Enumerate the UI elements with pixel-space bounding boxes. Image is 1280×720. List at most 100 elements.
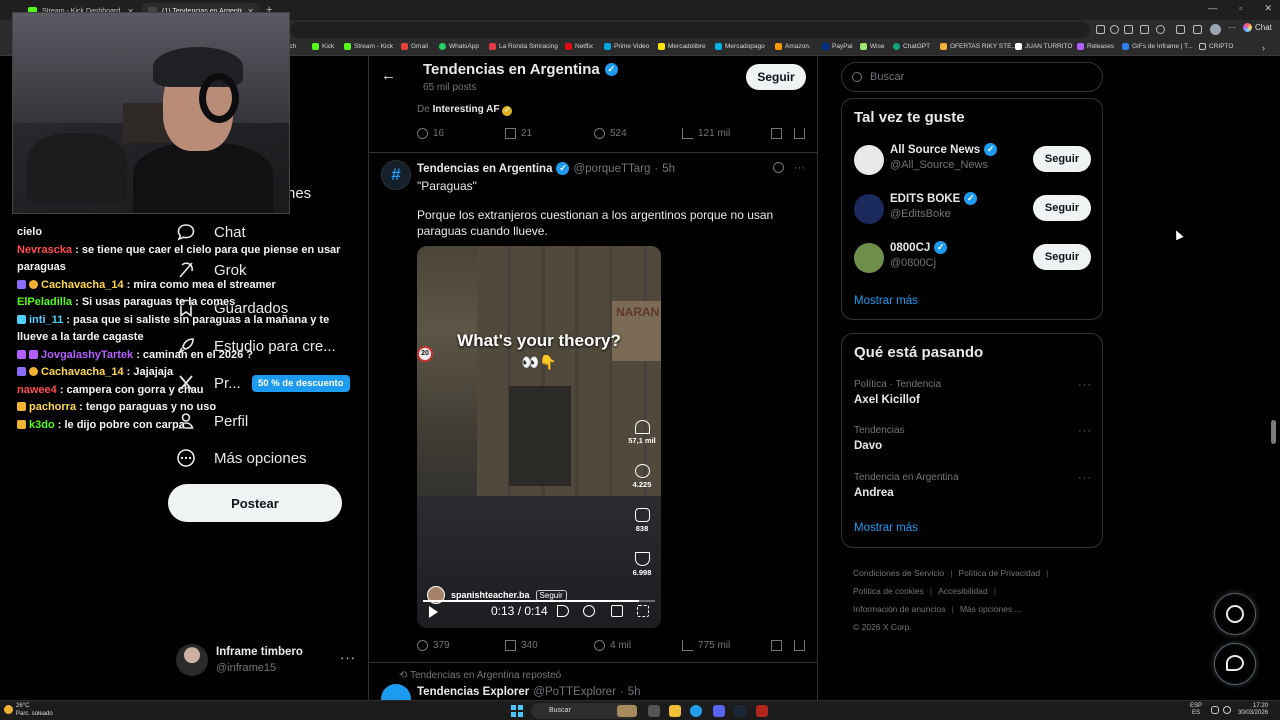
footer-link[interactable]: Política de Privacidad [958,568,1040,578]
weather-widget[interactable]: 26°C Parc. soleado [4,703,53,718]
trend-item[interactable]: Política · Tendencia Axel Kicillof ··· [854,379,1094,413]
trend-item[interactable]: Tendencias Davo ··· [854,425,1094,459]
bookmark-item[interactable]: Wise [860,43,884,50]
tweet-avatar[interactable]: # [381,160,411,190]
copilot-chat-button[interactable]: Chat [1243,23,1272,32]
bookmark-item[interactable]: WhatsApp [439,43,479,50]
bookmark-item[interactable]: La Ronda Simracing [489,43,558,50]
read-aloud-icon[interactable] [1124,25,1133,34]
bookmark-item[interactable]: OFERTAS RIKY STE... [940,43,1017,50]
volume-icon[interactable] [557,605,569,617]
footer-link[interactable]: Condiciones de Servicio [853,568,944,578]
grok-fab-button[interactable] [1214,593,1256,635]
bookmark-item[interactable]: CRIPTO [1199,43,1233,50]
bookmark-item[interactable]: Amazon. [775,43,811,50]
trend-item[interactable]: Tendencia en Argentina Andrea ··· [854,472,1094,506]
more-dots-icon[interactable]: ··· [794,162,805,174]
more-dots-icon[interactable]: ··· [1078,379,1092,391]
reply-button[interactable]: 379 [417,640,450,651]
bookmark-item[interactable]: Releases [1077,43,1114,50]
install-icon[interactable] [1096,25,1105,34]
more-bookmarks-icon[interactable]: › [1262,43,1265,53]
bookmark-item[interactable]: Netflix [565,43,593,50]
network-icon[interactable] [1211,706,1219,714]
profile-avatar-icon[interactable] [1210,24,1221,35]
tweet-author[interactable]: Tendencias Explorer [417,686,529,698]
nav-item-mas-opciones[interactable]: Más opciones [176,448,307,468]
extensions-icon[interactable] [1176,25,1185,34]
bookmark-item[interactable]: Kick [312,43,334,50]
grok-icon[interactable] [773,162,784,173]
suggestion-item[interactable]: 0800CJ ✓ @0800Cj Seguir [854,241,1094,275]
windows-start-icon[interactable] [511,705,523,717]
back-arrow-icon[interactable]: ← [381,67,396,84]
settings-gear-icon[interactable] [583,605,595,617]
suggestion-item[interactable]: All Source News ✓ @All_Source_News Seguir [854,143,1094,177]
bookmark-item[interactable]: Stream - Kick [344,43,393,50]
post-button[interactable]: Postear [168,484,342,522]
bookmark-button[interactable] [771,128,782,139]
share-button[interactable] [794,640,805,651]
like-button[interactable]: 524 [594,128,627,139]
bookmark-item[interactable]: Prime Video [604,43,649,50]
source-name[interactable]: Interesting AF [433,104,500,115]
refresh-icon[interactable] [1156,25,1165,34]
share-button[interactable] [794,128,805,139]
file-explorer-icon[interactable] [669,705,681,717]
bookmark-item[interactable]: JUAN TURRITO [1015,43,1072,50]
volume-icon[interactable] [1223,706,1231,714]
account-switcher[interactable]: Inframe timbero @inframe15 ··· [176,644,356,678]
bookmark-item[interactable]: GIFs de Inframe | T... [1122,43,1193,50]
search-input[interactable]: Buscar [841,62,1103,92]
repost-button[interactable]: 340 [505,640,538,651]
bookmark-item[interactable]: Mercadopago [715,43,765,50]
messages-fab-button[interactable] [1214,643,1256,685]
clock[interactable]: 17:20 30/03/2026 [1238,703,1268,717]
follow-button[interactable]: Seguir [1033,195,1091,221]
tweet-handle[interactable]: @porqueTTarg [573,163,650,175]
page-scrollbar[interactable] [1271,420,1276,444]
views-button[interactable]: 775 mil [682,640,730,651]
fullscreen-icon[interactable] [637,605,649,617]
close-window-icon[interactable]: ✕ [1264,3,1272,14]
like-button[interactable]: 4 mil [594,640,631,651]
play-icon[interactable] [429,606,438,618]
reply-button[interactable]: 16 [417,128,444,139]
zoom-icon[interactable] [1110,25,1119,34]
tweet-author[interactable]: Tendencias en Argentina [417,163,552,175]
menu-dots-icon[interactable]: ⋯ [1228,23,1237,32]
bookmark-item[interactable]: ChatGPT [893,43,930,50]
bookmark-item[interactable]: PayPal [822,43,853,50]
tweet-avatar[interactable] [381,684,411,700]
repost-button[interactable]: 21 [505,128,532,139]
task-view-icon[interactable] [648,705,660,717]
maximize-icon[interactable]: ▫ [1239,3,1242,14]
more-dots-icon[interactable]: ··· [1078,425,1092,437]
show-more-link[interactable]: Mostrar más [854,522,918,534]
views-button[interactable]: 121 mil [682,128,730,139]
url-field[interactable] [290,22,1090,38]
footer-link[interactable]: Accesibilidad [938,586,988,596]
follow-button[interactable]: Seguir [1033,244,1091,270]
video-player[interactable]: NARAN 20 What's your theory? 👀👇 57,1 mil… [417,246,661,628]
footer-link[interactable]: Más opciones ... [960,604,1022,614]
video-progress-bar[interactable] [423,600,655,602]
picture-in-picture-icon[interactable] [611,605,623,617]
more-dots-icon[interactable]: ··· [340,650,356,665]
tweet-handle[interactable]: @PoTTExplorer [533,686,616,698]
bookmark-item[interactable]: Gmail [401,43,428,50]
suggestion-item[interactable]: EDITS BOKE ✓ @EditsBoke Seguir [854,192,1094,226]
footer-link[interactable]: Política de cookies [853,586,924,596]
discord-icon[interactable] [713,705,725,717]
tweet-time[interactable]: 5h [628,686,641,698]
more-dots-icon[interactable]: ··· [1078,472,1092,484]
reposted-by-text[interactable]: Tendencias en Argentina reposteó [410,670,561,681]
minimize-icon[interactable]: — [1208,3,1217,14]
bookmark-item[interactable]: Mercadolibre [658,43,706,50]
tweet-time[interactable]: 5h [662,163,675,175]
favorite-star-icon[interactable] [1140,25,1149,34]
show-more-link[interactable]: Mostrar más [854,295,918,307]
language-indicator[interactable]: ESP ES [1190,703,1202,717]
collections-icon[interactable] [1193,25,1202,34]
edge-icon[interactable] [690,705,702,717]
